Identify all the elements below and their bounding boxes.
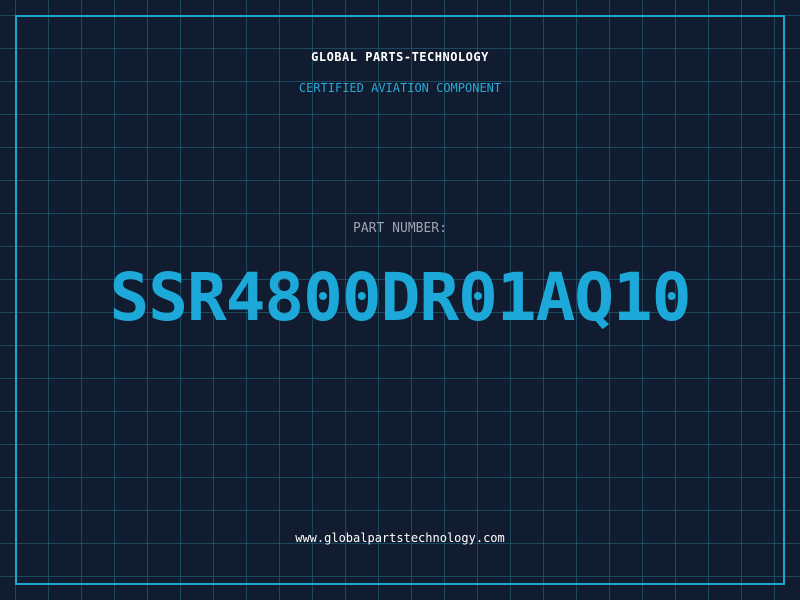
part-number-value: SSR4800DR01AQ10 — [109, 259, 691, 336]
company-name: GLOBAL PARTS-TECHNOLOGY — [311, 50, 489, 64]
certification-subtitle: CERTIFIED AVIATION COMPONENT — [298, 81, 502, 95]
website-url: www.globalpartstechnology.com — [295, 531, 505, 545]
part-card: GLOBAL PARTS-TECHNOLOGY CERTIFIED AVIATI… — [0, 0, 800, 600]
part-number-label: PART NUMBER: — [353, 221, 447, 236]
